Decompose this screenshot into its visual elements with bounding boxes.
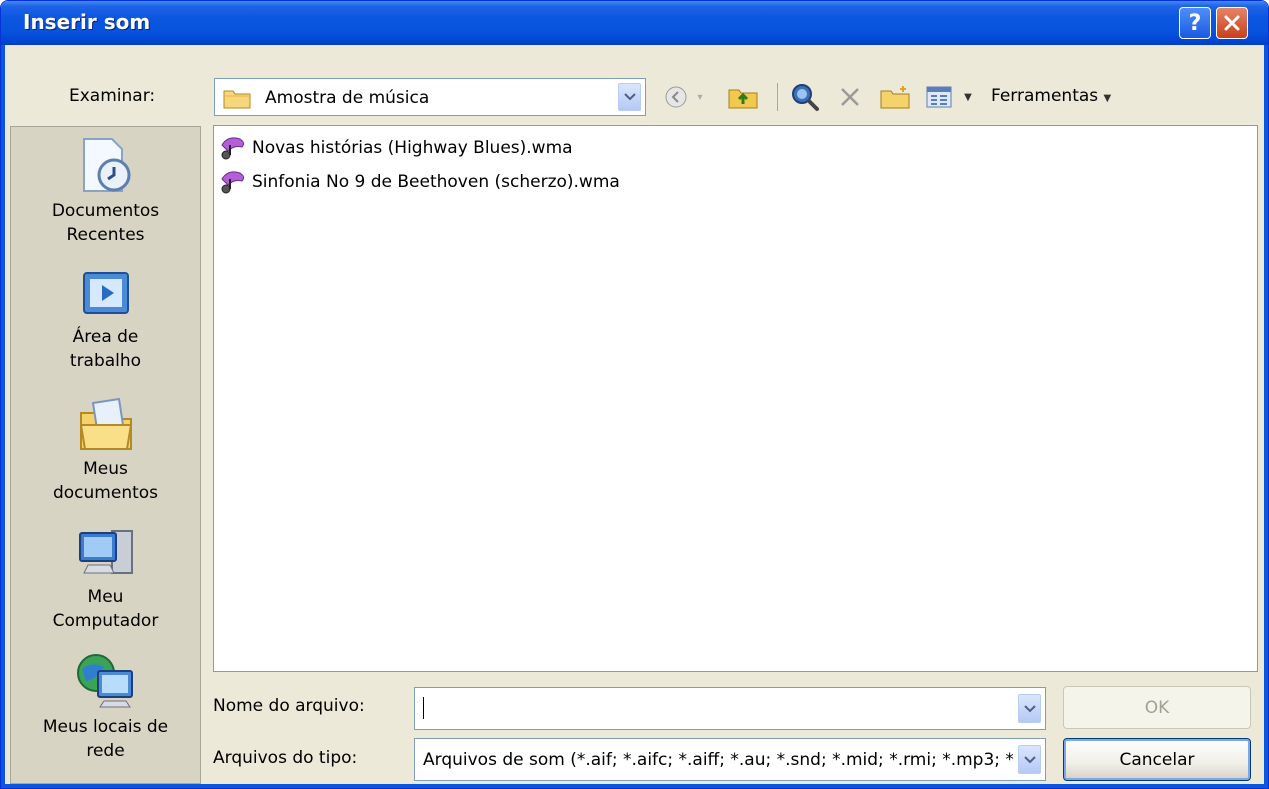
views-dropdown-arrow[interactable]: ▼ [961,81,975,113]
toolbar-separator [777,83,778,111]
filetype-value: Arquivos de som (*.aif; *.aifc; *.aiff; … [423,750,1013,770]
place-desktop[interactable]: Área de trabalho [11,267,200,373]
insert-sound-dialog: Inserir som ? Examinar: Amostra de músic… [0,0,1269,789]
tools-menu[interactable]: Ferramentas ▼ [991,86,1111,106]
filetype-combobox[interactable]: Arquivos de som (*.aif; *.aifc; *.aiff; … [414,738,1046,781]
desktop-icon [82,272,129,314]
tools-dropdown-arrow: ▼ [1103,93,1112,104]
place-label-line1: Documentos [51,201,160,221]
chevron-down-icon [623,93,636,101]
delete-button[interactable] [835,81,865,113]
my-computer-icon [78,530,133,574]
new-folder-icon [880,86,910,109]
close-icon [1224,15,1240,31]
folder-up-icon [728,89,758,109]
window-title: Inserir som [23,10,151,34]
file-name: Sinfonia No 9 de Beethoven (scherzo).wma [252,172,620,192]
filetype-label: Arquivos do tipo: [213,748,358,768]
place-label-line1: Meu [87,587,124,607]
list-item[interactable]: Novas histórias (Highway Blues).wma [218,134,573,162]
place-label-line1: Meus locais de [42,717,169,737]
place-network[interactable]: Meus locais de rede [11,651,200,763]
filetype-dropdown-button[interactable] [1018,745,1041,774]
place-label-line1: Área de [72,327,139,347]
place-recent-documents[interactable]: Documentos Recentes [11,135,200,247]
search-web-icon [792,84,819,111]
place-label-line2: documentos [52,483,159,503]
search-web-button[interactable] [787,81,823,113]
chevron-down-icon [1023,704,1036,712]
place-my-computer[interactable]: Meu Computador [11,525,200,633]
filename-input[interactable] [414,687,1046,730]
folder-icon [223,90,251,109]
place-label-line1: Meus [83,459,128,479]
new-folder-button[interactable] [877,81,913,113]
file-list[interactable]: Novas histórias (Highway Blues).wma Sinf… [213,125,1258,672]
lookin-dropdown-button[interactable] [618,83,641,111]
delete-x-icon [841,88,859,106]
place-label-line2: Recentes [66,225,145,245]
ok-button[interactable]: OK [1063,686,1251,729]
lookin-label: Examinar: [69,86,156,106]
network-places-icon [76,654,133,708]
lookin-value: Amostra de música [265,88,430,108]
filename-label: Nome do arquivo: [213,696,365,716]
place-my-documents[interactable]: Meus documentos [11,395,200,505]
filename-dropdown-button[interactable] [1018,694,1041,723]
window-frame-right [1264,45,1268,788]
text-caret [423,697,424,719]
places-bar: Documentos Recentes Área de trabalho Meu… [10,126,201,784]
back-dropdown-arrow[interactable]: ▾ [693,81,707,113]
lookin-combobox[interactable]: Amostra de música [214,78,646,116]
back-arrow-icon [665,86,687,108]
file-name: Novas histórias (Highway Blues).wma [252,138,573,158]
window-frame-bottom [1,784,1268,788]
place-label-line2: Computador [52,611,159,631]
place-label-line2: rede [86,741,125,761]
close-button[interactable] [1216,7,1248,39]
views-icon [926,86,952,108]
cancel-button[interactable]: Cancelar [1063,738,1251,781]
audio-file-icon [221,137,245,160]
help-button[interactable]: ? [1179,7,1211,39]
tools-menu-label: Ferramentas [991,86,1099,106]
audio-file-icon [221,171,245,194]
recent-documents-icon [82,138,130,192]
back-button[interactable] [661,81,691,113]
window-frame-left [1,45,5,788]
views-button[interactable] [923,81,955,113]
place-label-line2: trabalho [69,351,142,371]
up-one-level-button[interactable] [725,81,761,113]
list-item[interactable]: Sinfonia No 9 de Beethoven (scherzo).wma [218,168,620,196]
chevron-down-icon [1023,755,1036,763]
title-bar[interactable]: Inserir som ? [1,1,1268,45]
my-documents-icon [79,397,132,450]
